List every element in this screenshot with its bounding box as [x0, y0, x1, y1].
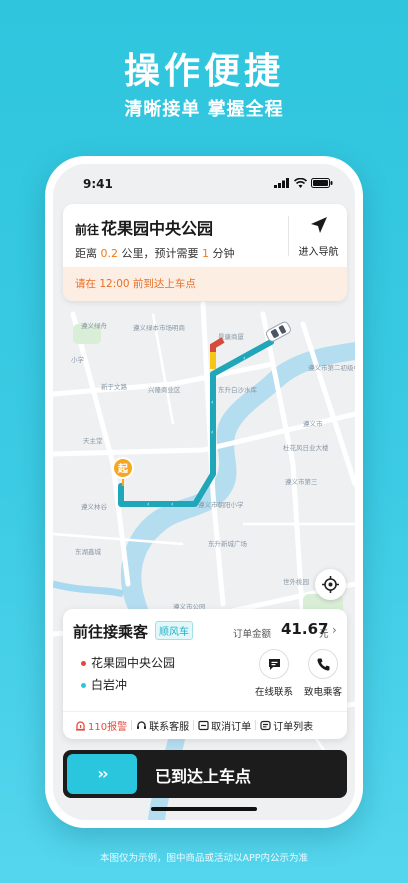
- navigation-arrow-icon: [311, 217, 327, 233]
- navigate-label: 进入导航: [298, 247, 339, 258]
- signal-icon: [274, 178, 289, 188]
- route-arrow: ‹: [211, 429, 213, 436]
- car-icon: [265, 321, 291, 342]
- wifi-icon: [294, 178, 307, 188]
- map-label: 遵义市第二初级中学: [308, 363, 355, 372]
- chat-button[interactable]: [259, 649, 289, 679]
- call-label[interactable]: 致电乘客: [293, 684, 353, 698]
- map-label: 杜花风日业大楼: [283, 443, 329, 452]
- locate-button[interactable]: [315, 569, 346, 600]
- home-indicator: [151, 807, 257, 811]
- cancel-order-button[interactable]: 取消订单: [198, 718, 251, 733]
- ride-type-badge: 顺风车: [155, 621, 193, 640]
- chat-icon: [269, 659, 280, 670]
- slider-knob[interactable]: ››: [67, 754, 137, 794]
- map-label: 遵义市第三: [285, 477, 318, 486]
- distance-prefix: 距离: [75, 247, 101, 260]
- destination-prefix: 前往: [75, 223, 100, 237]
- police-button[interactable]: 110报警: [75, 718, 127, 733]
- map-label: 东湖鑫城: [75, 547, 102, 556]
- pickup-address: 花果园中央公园: [91, 656, 176, 670]
- cancel-order-label: 取消订单: [211, 721, 252, 733]
- promo-headline: 操作便捷: [123, 51, 284, 92]
- distance-mid: 公里，预计需要: [118, 247, 202, 260]
- police-label: 110报警: [88, 721, 128, 733]
- divider: [255, 720, 257, 730]
- order-list-label: 订单列表: [273, 721, 314, 733]
- destination-name: 花果园中央公园: [101, 219, 214, 238]
- call-button[interactable]: [308, 649, 338, 679]
- arrived-slider-button[interactable]: ›› 已到达上车点: [63, 750, 347, 798]
- pickup-dot-icon: [81, 661, 86, 666]
- order-title: 前往接乘客: [73, 623, 149, 641]
- divider: [193, 720, 195, 730]
- navigate-button[interactable]: 进入导航: [290, 212, 347, 262]
- arrived-label: 已到达上车点: [155, 767, 252, 786]
- start-marker-label: 起: [117, 462, 129, 475]
- order-list-icon: [260, 720, 271, 730]
- dropoff-address: 白岩冲: [91, 678, 128, 692]
- map-label: 遵义市朝阳小学: [198, 500, 244, 509]
- pickup-deadline-notice: 请在 12:00 前到达上车点: [63, 267, 347, 301]
- distance-value: 0.2: [100, 247, 119, 260]
- phone-icon: [317, 658, 330, 671]
- amount-unit[interactable]: 元: [319, 626, 329, 640]
- chevron-right-icon[interactable]: ›: [332, 623, 337, 637]
- route-arrow: ‹: [171, 501, 173, 508]
- destination-title: 前往 花果园中央公园: [75, 215, 213, 239]
- status-icons: [274, 178, 333, 188]
- map-label: 天主堂: [83, 436, 103, 445]
- eta-unit: 分钟: [209, 247, 235, 260]
- divider: [63, 711, 347, 712]
- route-line: [118, 339, 274, 507]
- route-arrow: ‹: [147, 501, 149, 508]
- promo-subline: 清晰接单 掌握全程: [124, 99, 284, 120]
- status-bar: 9:41: [53, 164, 355, 204]
- route-arrow: ‹: [243, 355, 245, 362]
- amount-label[interactable]: 订单金额: [233, 626, 271, 640]
- phone-frame: 遵义绿舟 遵义绿本市场明商 小学 景康商厦 新于文路 兴隆商业区 东升白沙水库 …: [45, 156, 363, 828]
- alarm-icon: [76, 720, 85, 731]
- cancel-order-icon: [198, 720, 209, 730]
- map-label: 兴隆商业区: [148, 385, 181, 394]
- divider: [131, 720, 133, 730]
- map-label: 世外桃园: [283, 577, 309, 586]
- map-label: 遵义绿本市场明商: [133, 323, 186, 332]
- destination-card: 前往 花果园中央公园 距离 0.2 公里，预计需要 1 分钟 进入导航 请在 12…: [63, 204, 347, 301]
- divider: [288, 216, 289, 256]
- map-label: 东升新城广场: [208, 539, 248, 548]
- battery-icon: [311, 178, 333, 188]
- route-arrow: ‹: [211, 399, 213, 406]
- map-label: 新于文路: [101, 382, 128, 391]
- map-label: 遵义林谷: [81, 502, 108, 511]
- destination-eta: 距离 0.2 公里，预计需要 1 分钟: [75, 245, 235, 261]
- map-label: 东升白沙水库: [218, 385, 258, 394]
- map-label: 遵义绿舟: [81, 321, 108, 330]
- status-time: 9:41: [83, 177, 113, 191]
- order-card: 前往接乘客 顺风车 订单金额 41.67 元 › 花果园中央公园 白岩冲 在线联…: [63, 609, 347, 739]
- order-list-button[interactable]: 订单列表: [260, 718, 313, 733]
- disclaimer: 本图仅为示例，图中商品或活动以APP内公示为准: [100, 853, 308, 864]
- order-actions-bar: 110报警 联系客服 取消订单 订单列表: [63, 714, 347, 736]
- dropoff-dot-icon: [81, 683, 86, 688]
- route-congestion-red: [210, 337, 225, 352]
- phone-screen: 遵义绿舟 遵义绿本市场明商 小学 景康商厦 新于文路 兴隆商业区 东升白沙水库 …: [53, 164, 355, 820]
- locate-icon: [322, 576, 339, 593]
- eta-value: 1: [202, 247, 209, 260]
- map-label: 小学: [71, 355, 85, 364]
- headset-icon: [137, 720, 147, 729]
- customer-service-button[interactable]: 联系客服: [136, 718, 189, 733]
- customer-service-label: 联系客服: [149, 721, 190, 733]
- map-label: 遵义市: [303, 419, 323, 428]
